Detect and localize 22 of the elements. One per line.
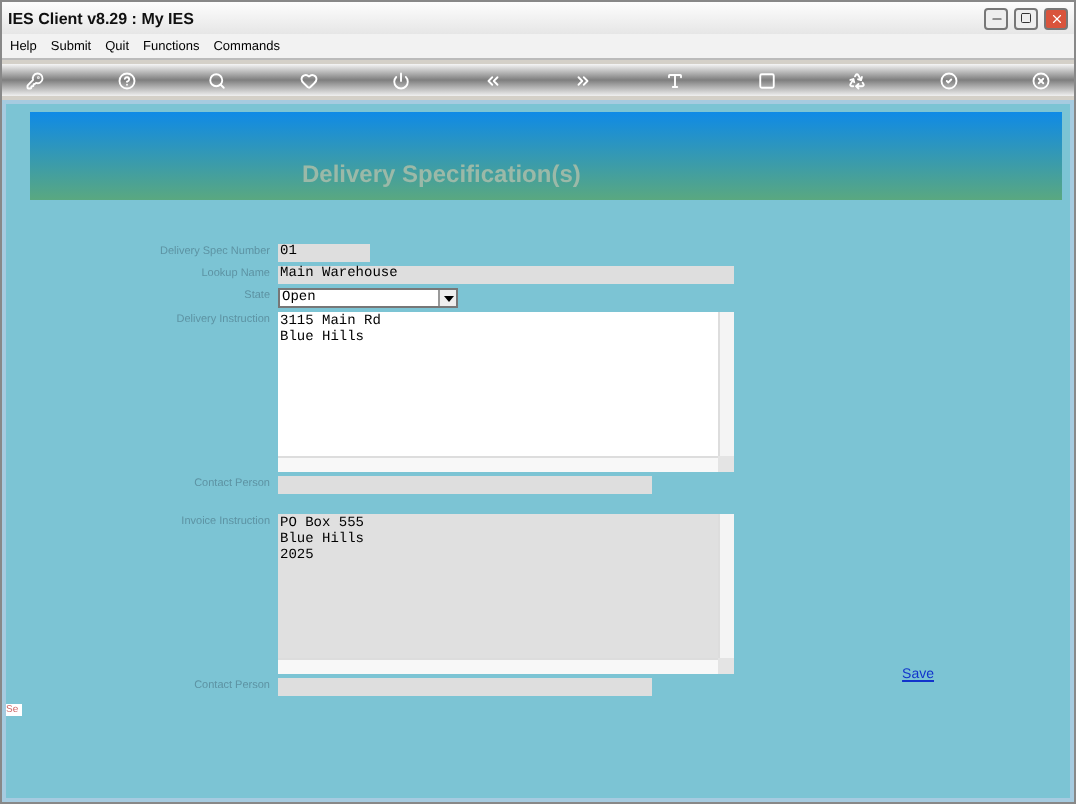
recycle-icon[interactable]: [848, 71, 867, 89]
caret-icon: [443, 295, 453, 301]
page-title: Delivery Specification(s): [302, 160, 581, 188]
search-icon[interactable]: [208, 71, 227, 89]
close-button[interactable]: [1044, 7, 1068, 29]
close-icon: [1049, 11, 1063, 25]
double-right-icon[interactable]: [574, 71, 593, 89]
text-icon[interactable]: [666, 71, 685, 89]
square-icon[interactable]: [757, 71, 776, 89]
check-icon[interactable]: [940, 71, 959, 89]
minimize-button[interactable]: [984, 7, 1008, 29]
heart-icon[interactable]: [300, 71, 319, 89]
window-title: IES Client v8.29 : My IES: [8, 9, 196, 27]
power-icon[interactable]: [391, 71, 410, 89]
double-left-icon[interactable]: [483, 71, 502, 89]
maximize-button[interactable]: [1014, 7, 1038, 29]
maximize-icon: [1020, 12, 1032, 24]
close-icon[interactable]: [1031, 71, 1050, 89]
input-field[interactable]: [278, 476, 652, 494]
input-field[interactable]: [278, 678, 652, 696]
key-icon[interactable]: [26, 71, 44, 89]
help-icon[interactable]: [117, 71, 136, 89]
